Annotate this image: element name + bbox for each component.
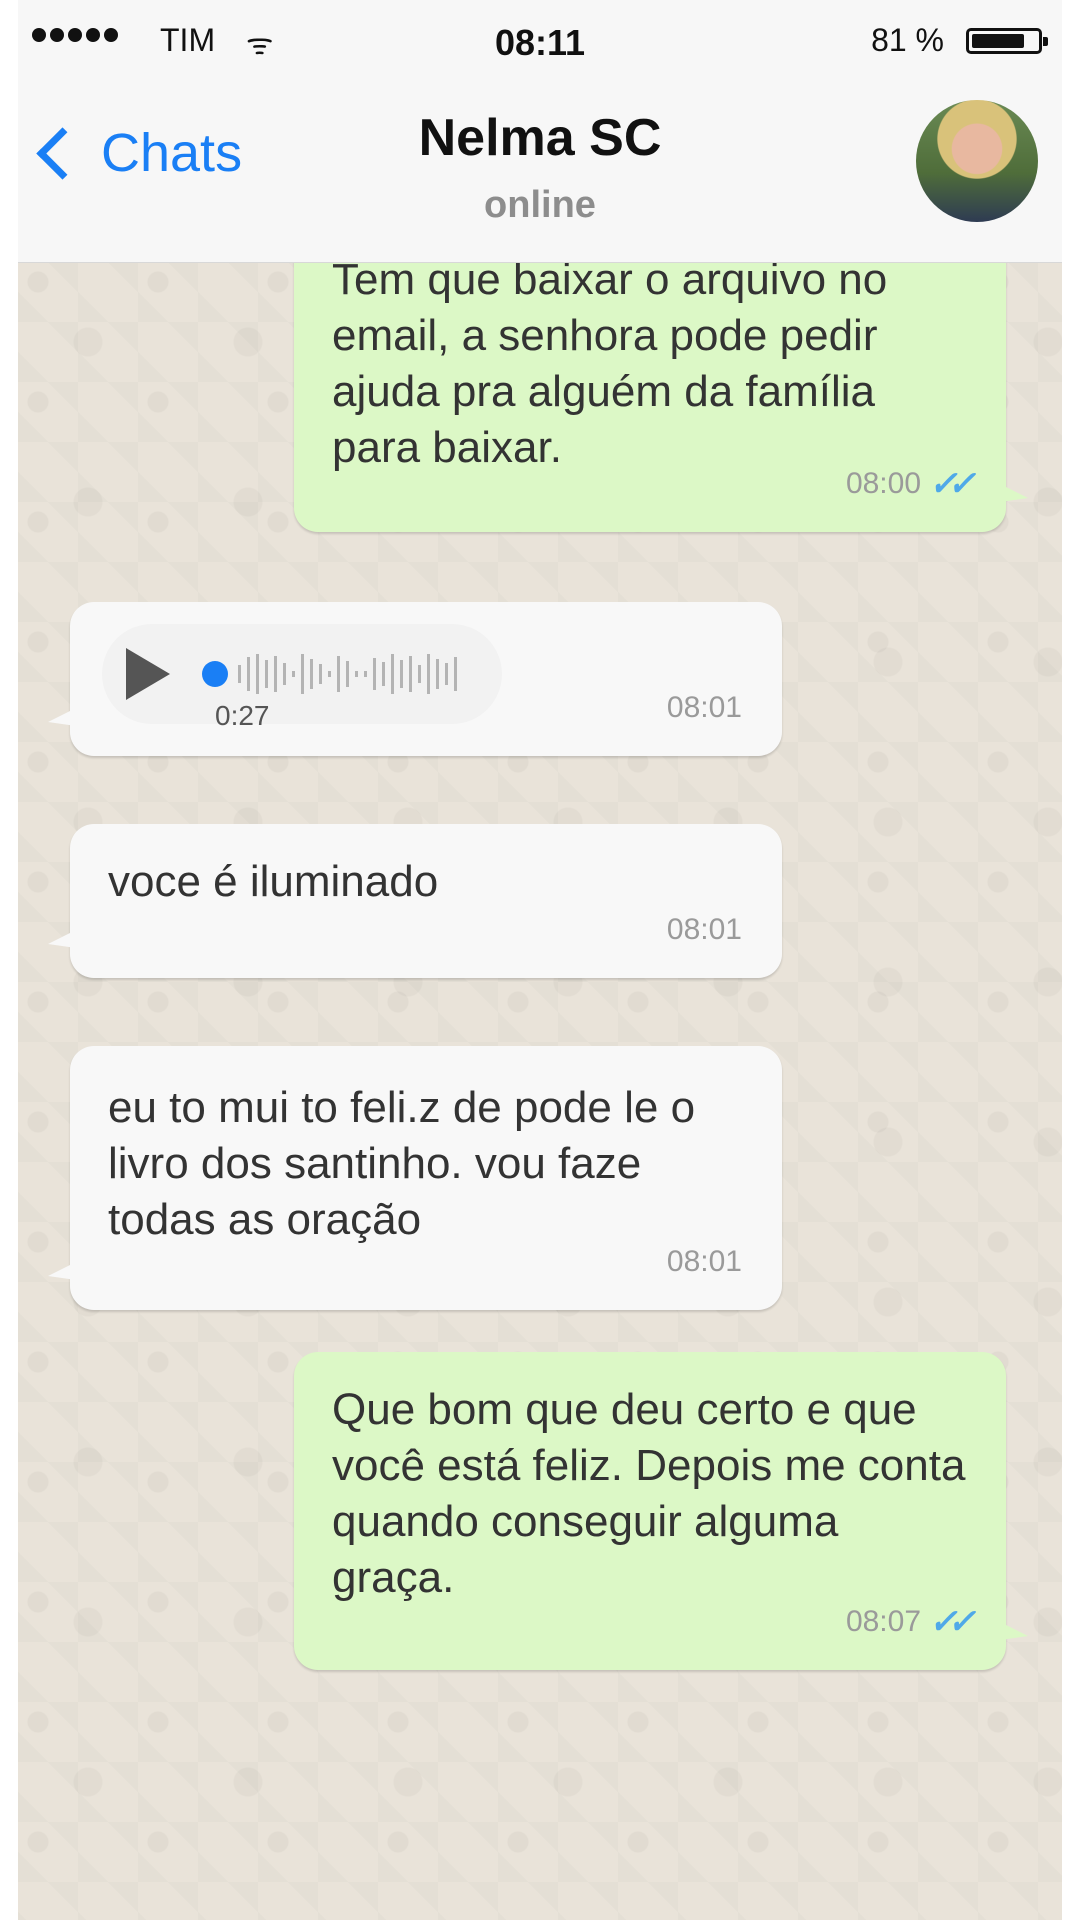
- chat-screen: Tem que baixar o arquivo no email, a sen…: [18, 0, 1062, 1920]
- message-incoming[interactable]: eu to mui to feli.z de pode le o livro d…: [48, 1046, 782, 1310]
- message-time: 08:01: [666, 691, 742, 724]
- message-meta: 08:01: [667, 1234, 742, 1290]
- voice-duration: 0:27: [215, 700, 270, 731]
- message-meta: 08:01: [667, 680, 742, 736]
- message-outgoing[interactable]: Que bom que deu certo e que você está fe…: [294, 1352, 1028, 1670]
- message-text: Tem que baixar o arquivo no email, a sen…: [332, 255, 888, 472]
- message-time: 08:01: [666, 1245, 742, 1278]
- message-outgoing[interactable]: Tem que baixar o arquivo no email, a sen…: [294, 236, 1028, 532]
- message-time: 08:01: [666, 913, 742, 946]
- playhead-dot[interactable]: [202, 661, 228, 687]
- message-meta: 08:00 ✓✓: [845, 456, 976, 512]
- message-voice[interactable]: 0:27 08:01: [48, 602, 782, 756]
- battery-percentage: 81 %: [871, 22, 944, 58]
- status-bar: TIM ᯤ 08:11 81 %: [18, 22, 1062, 63]
- message-meta: 08:01: [667, 902, 742, 958]
- message-meta: 08:07 ✓✓: [845, 1594, 976, 1650]
- contact-status: online: [484, 184, 596, 226]
- message-time: 08:07: [845, 1605, 922, 1638]
- message-text: eu to mui to feli.z de pode le o livro d…: [108, 1083, 696, 1244]
- play-icon[interactable]: [126, 648, 170, 700]
- message-time: 08:00: [845, 467, 922, 500]
- navigation-bar: TIM ᯤ 08:11 81 % Chats Nelma SC online: [18, 0, 1062, 263]
- avatar[interactable]: [916, 100, 1038, 222]
- message-text: Que bom que deu certo e que você está fe…: [332, 1385, 966, 1602]
- message-incoming[interactable]: voce é iluminado 08:01: [48, 824, 782, 978]
- contact-name[interactable]: Nelma SC: [18, 108, 1062, 168]
- battery-icon: [966, 28, 1048, 54]
- read-ticks-icon: ✓✓: [929, 1603, 976, 1641]
- voice-player: [102, 624, 502, 724]
- message-text: voce é iluminado: [108, 857, 439, 906]
- read-ticks-icon: ✓✓: [929, 465, 976, 503]
